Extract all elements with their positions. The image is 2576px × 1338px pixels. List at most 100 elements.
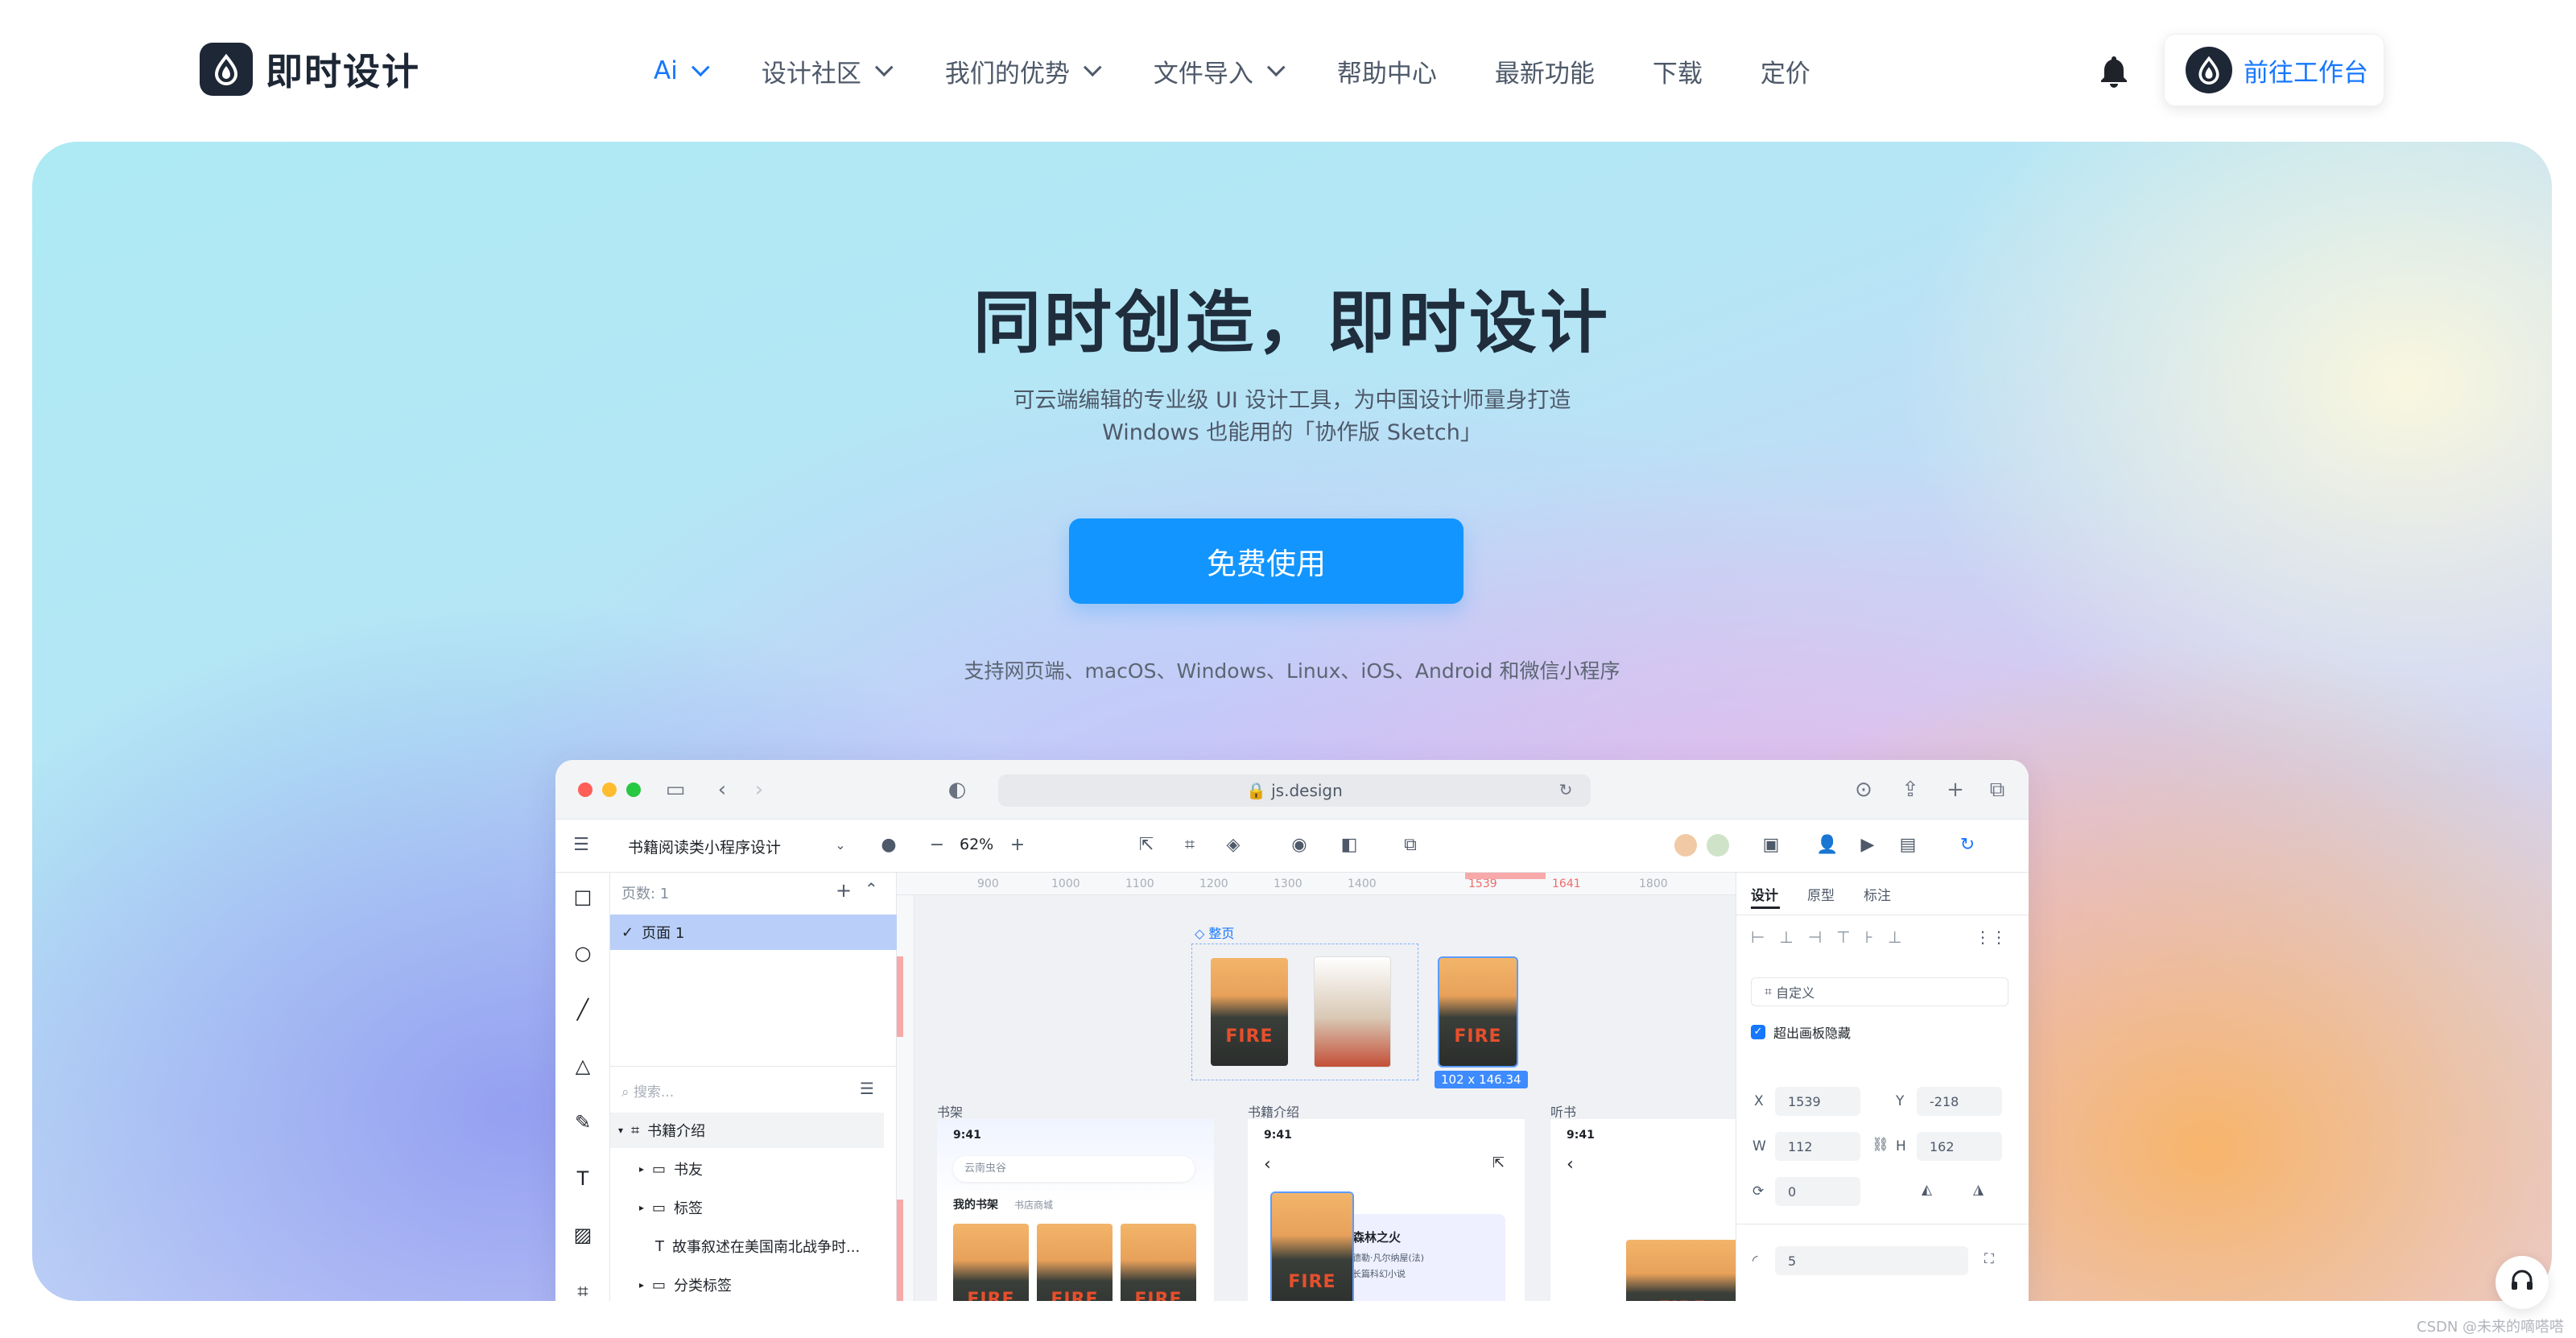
align-tools-icon[interactable]: ⊢⊥⊣⊤⊦⊥ (1751, 927, 1917, 947)
y-input[interactable]: -218 (1917, 1087, 2002, 1116)
rotation-input[interactable]: 0 (1775, 1177, 1860, 1206)
rectangle-tool-icon[interactable]: □ (572, 886, 594, 908)
users-icon[interactable]: 👤 (1816, 834, 1839, 857)
component-icon[interactable]: ◈ (1222, 834, 1245, 857)
boolean-icon[interactable]: ◧ (1338, 834, 1360, 857)
layer-item[interactable]: ▸ ▭ 分类标签 (639, 1267, 732, 1301)
book-cover-image[interactable] (1314, 956, 1391, 1068)
book-cover-image[interactable] (1626, 1240, 1736, 1301)
nav-item-ai[interactable]: Ai (654, 56, 710, 85)
text-tool-icon[interactable]: T (572, 1167, 594, 1190)
selected-book-cover[interactable] (1438, 956, 1518, 1068)
toolbox-icon[interactable]: ▣ (1760, 834, 1782, 857)
x-input[interactable]: 1539 (1775, 1087, 1860, 1116)
layout-icon[interactable]: ▤ (1897, 834, 1919, 857)
project-name[interactable]: 书籍阅读类小程序设计 (628, 836, 781, 857)
image-tool-icon[interactable]: ▨ (572, 1224, 594, 1246)
customer-support-button[interactable] (2496, 1256, 2549, 1309)
search-input[interactable]: 云南虫谷 (953, 1156, 1195, 1182)
frame-label[interactable]: 书架 (937, 1101, 963, 1121)
book-cover-image[interactable] (1121, 1224, 1196, 1301)
zoom-in-icon[interactable]: + (1006, 834, 1029, 857)
frame-label[interactable]: 听书 (1550, 1101, 1576, 1121)
nav-item-advantages[interactable]: 我们的优势 (945, 53, 1102, 89)
go-to-workbench-button[interactable]: 前往工作台 (2164, 34, 2384, 106)
line-tool-icon[interactable]: ╱ (572, 998, 594, 1021)
layer-item[interactable]: ▸ ▭ 书友 (639, 1151, 703, 1187)
layers-stack-icon[interactable]: ⧉ (1399, 834, 1422, 857)
tab-prototype[interactable]: 原型 (1807, 884, 1835, 904)
clip-content-checkbox[interactable]: ✓ 超出画板隐藏 (1751, 1022, 1851, 1042)
tab-design[interactable]: 设计 (1751, 884, 1778, 904)
tab-book-store[interactable]: 书店商城 (1014, 1198, 1053, 1212)
nav-item-community[interactable]: 设计社区 (762, 53, 894, 89)
comment-icon[interactable]: ● (877, 834, 900, 857)
tabs-overview-icon[interactable]: ⧉ (1985, 778, 2009, 802)
play-icon[interactable]: ▶ (1856, 834, 1879, 857)
group-label[interactable]: ◇ 整页 (1195, 923, 1234, 942)
back-icon[interactable]: ‹ (1567, 1154, 1574, 1175)
chevron-down-icon[interactable]: ⌄ (829, 834, 852, 857)
nav-item-import[interactable]: 文件导入 (1154, 53, 1286, 89)
menu-icon[interactable]: ☰ (570, 834, 592, 857)
ellipse-tool-icon[interactable]: ○ (572, 942, 594, 964)
back-icon[interactable]: ‹ (1264, 1154, 1271, 1175)
avatar[interactable] (1674, 834, 1697, 857)
design-canvas[interactable]: 900 1000 1100 1200 1300 1400 1539 1641 1… (897, 873, 1736, 1301)
forward-icon[interactable]: › (747, 778, 771, 802)
width-input[interactable]: 112 (1775, 1132, 1860, 1161)
mask-icon[interactable]: ◉ (1288, 834, 1311, 857)
pen-tool-icon[interactable]: ✎ (572, 1111, 594, 1134)
flip-horizontal-icon[interactable]: ◭ (1922, 1182, 1932, 1198)
sync-icon[interactable]: ↻ (1956, 834, 1979, 857)
nav-item-help[interactable]: 帮助中心 (1337, 53, 1437, 89)
filter-icon[interactable]: ☰ (860, 1079, 874, 1098)
minimize-dot-icon[interactable] (602, 783, 617, 797)
book-cover-image[interactable] (1211, 958, 1288, 1066)
chevron-up-icon[interactable]: ⌃ (865, 879, 878, 898)
back-icon[interactable]: ‹ (710, 778, 734, 802)
polygon-tool-icon[interactable]: △ (572, 1055, 594, 1077)
phone-frame-book-intro[interactable]: 9:41 ‹ ⇱ 森林之火 德勒·凡尔纳屋(法) 长篇科幻小说 (1248, 1119, 1525, 1301)
corner-radius-input[interactable]: 5 (1775, 1246, 1968, 1275)
address-bar[interactable]: 🔒 js.design (998, 774, 1591, 807)
frame-label[interactable]: 书籍介绍 (1248, 1101, 1299, 1121)
reload-icon[interactable]: ↻ (1554, 778, 1578, 802)
layer-item[interactable]: ▸ ▭ 标签 (639, 1190, 703, 1225)
independent-corners-icon[interactable]: ⛶ (1984, 1251, 1994, 1267)
zoom-level[interactable]: 62% (960, 836, 993, 853)
frame-tool-icon[interactable]: ⌗ (572, 1280, 594, 1301)
nav-item-download[interactable]: 下载 (1653, 53, 1703, 89)
add-page-icon[interactable]: + (836, 879, 852, 902)
maximize-dot-icon[interactable] (626, 783, 641, 797)
crop-icon[interactable]: ⌗ (1179, 834, 1201, 857)
phone-frame-audiobook[interactable]: 9:41 ‹ (1550, 1119, 1736, 1301)
sidebar-toggle-icon[interactable]: ▭ (663, 778, 687, 802)
phone-frame-bookshelf[interactable]: 9:41 云南虫谷 我的书架 书店商城 (937, 1119, 1214, 1301)
avatar[interactable] (1707, 834, 1729, 857)
tab-my-shelf[interactable]: 我的书架 (953, 1196, 998, 1212)
frame-preset-select[interactable]: ⌗ 自定义 (1751, 977, 2008, 1006)
share-icon[interactable]: ⇪ (1898, 778, 1922, 802)
book-cover-image[interactable] (1270, 1191, 1354, 1301)
bell-icon[interactable] (2098, 53, 2130, 89)
book-cover-image[interactable] (1037, 1224, 1113, 1301)
more-options-icon[interactable]: ⋮⋮ (1975, 927, 2007, 947)
close-dot-icon[interactable] (578, 783, 592, 797)
layer-item[interactable]: ▾ ⌗ 书籍介绍 (610, 1113, 884, 1148)
layer-search-input[interactable]: ⌕ 搜索... (621, 1080, 674, 1101)
link-icon[interactable]: ⛓ (1872, 1137, 1889, 1153)
nav-item-pricing[interactable]: 定价 (1761, 53, 1810, 89)
tab-annotation[interactable]: 标注 (1864, 884, 1891, 904)
free-use-button[interactable]: 免费使用 (1069, 518, 1463, 604)
nav-item-new-features[interactable]: 最新功能 (1495, 53, 1595, 89)
export-icon[interactable]: ⇱ (1135, 834, 1158, 857)
new-tab-icon[interactable]: + (1943, 778, 1967, 802)
layer-item[interactable]: T 故事叙述在美国南北战争时... (655, 1229, 860, 1264)
download-icon[interactable]: ⊙ (1852, 778, 1876, 802)
book-cover-image[interactable] (953, 1224, 1029, 1301)
page-item[interactable]: ✓ 页面 1 (610, 915, 897, 950)
flip-vertical-icon[interactable]: ◮ (1973, 1182, 1984, 1198)
external-link-icon[interactable]: ⇱ (1492, 1154, 1505, 1171)
height-input[interactable]: 162 (1917, 1132, 2002, 1161)
